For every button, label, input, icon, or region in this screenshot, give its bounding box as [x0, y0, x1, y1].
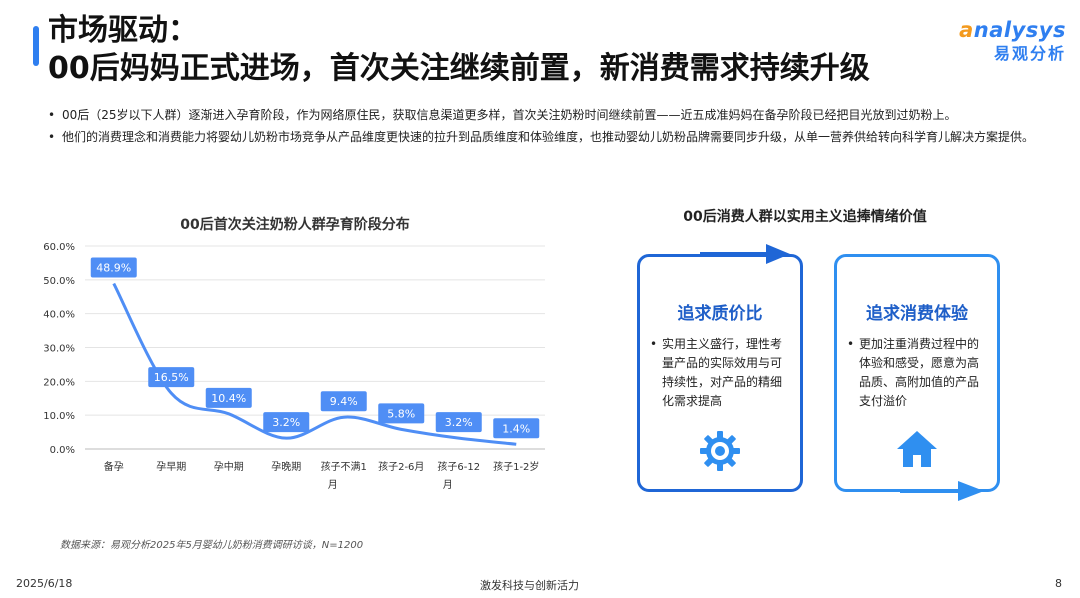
house-icon	[837, 429, 997, 473]
x-tick-label: 月	[443, 479, 453, 491]
y-tick-label: 30.0%	[43, 344, 75, 355]
x-tick-label: 备孕	[104, 460, 124, 473]
x-tick-label: 孕中期	[214, 460, 244, 473]
right-panel-title: 00后消费人群以实用主义追捧情绪价值	[683, 209, 927, 225]
y-tick-label: 0.0%	[50, 445, 75, 456]
data-label: 5.8%	[387, 407, 415, 420]
footer-date: 2025/6/18	[16, 577, 73, 590]
x-tick-label: 月	[328, 479, 338, 491]
card-heading: 追求质价比	[677, 304, 763, 324]
y-tick-label: 20.0%	[43, 377, 75, 388]
card-consumer-experience: 追求消费体验 更加注重消费过程中的体验和感受，愿意为高品质、高附加值的产品支付溢…	[834, 254, 1000, 492]
data-label: 1.4%	[502, 422, 530, 435]
y-tick-label: 10.0%	[43, 411, 75, 422]
data-label: 3.2%	[272, 416, 300, 429]
y-tick-label: 60.0%	[43, 242, 75, 253]
x-tick-label: 孩子2-6月	[378, 460, 424, 473]
x-tick-label: 孩子1-2岁	[493, 460, 539, 473]
x-tick-label: 孩子不满1	[321, 460, 367, 473]
data-label: 48.9%	[96, 262, 131, 275]
x-tick-label: 孩子6-12	[437, 460, 480, 473]
data-label: 9.4%	[330, 395, 358, 408]
data-label: 16.5%	[154, 371, 189, 384]
x-tick-label: 孕早期	[156, 461, 186, 473]
y-tick-label: 50.0%	[43, 276, 75, 287]
card-heading: 追求消费体验	[866, 304, 968, 324]
y-tick-label: 40.0%	[43, 310, 75, 321]
data-source: 数据来源：易观分析2025年5月婴幼儿奶粉消费调研访谈，N=1200	[60, 540, 364, 551]
data-label: 3.2%	[445, 416, 473, 429]
page-number: 8	[1055, 577, 1062, 590]
gear-icon	[640, 429, 800, 477]
card-text: 实用主义盛行，理性考量产品的实际效用与可持续性，对产品的精细化需求提高	[650, 335, 790, 411]
card-text: 更加注重消费过程中的体验和感受，愿意为高品质、高附加值的产品支付溢价	[847, 335, 987, 411]
card-value-for-money: 追求质价比 实用主义盛行，理性考量产品的实际效用与可持续性，对产品的精细化需求提…	[637, 254, 803, 492]
footer-slogan: 激发科技与创新活力	[480, 579, 579, 592]
x-tick-label: 孕晚期	[271, 461, 301, 473]
data-label: 10.4%	[211, 392, 246, 405]
